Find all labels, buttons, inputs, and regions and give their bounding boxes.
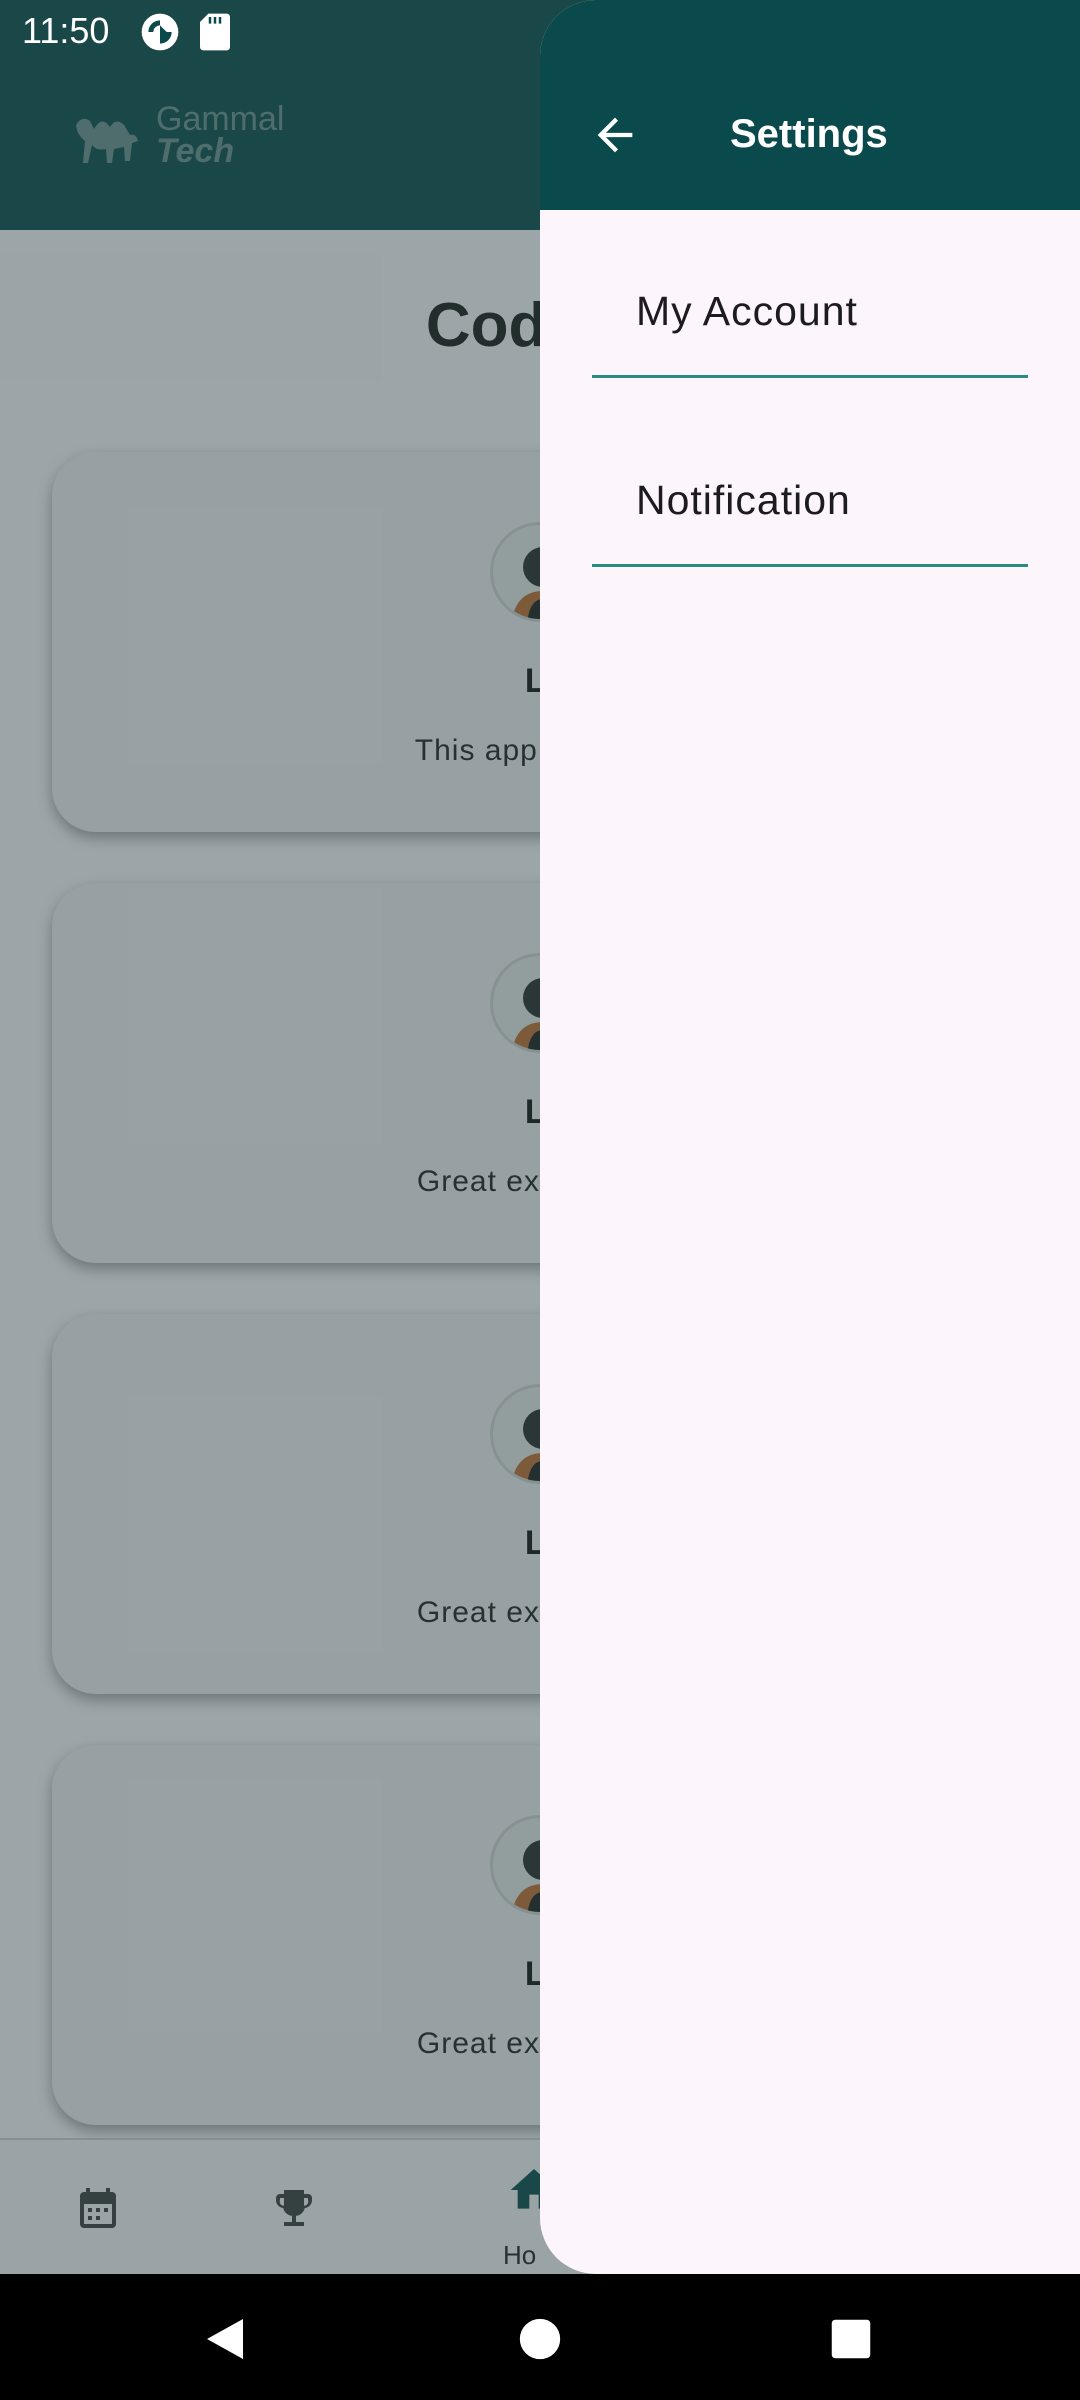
drawer-item-my-account[interactable]: My Account (592, 238, 1028, 378)
back-icon[interactable] (200, 2314, 250, 2364)
sd-card-icon (200, 13, 230, 51)
back-arrow-icon[interactable] (580, 100, 650, 170)
pocket-casts-icon (141, 13, 179, 51)
system-navigation-bar (0, 2274, 1080, 2400)
drawer-header: Settings (540, 0, 1080, 210)
recents-icon[interactable] (826, 2314, 876, 2364)
drawer-title: Settings (730, 112, 888, 156)
home-circle-icon[interactable] (515, 2314, 565, 2364)
settings-drawer: Settings My Account Notification (540, 0, 1080, 2274)
drawer-item-notification[interactable]: Notification (592, 427, 1028, 567)
drawer-item-label: Notification (636, 477, 851, 523)
status-time: 11:50 (22, 10, 110, 51)
drawer-item-label: My Account (636, 288, 858, 334)
